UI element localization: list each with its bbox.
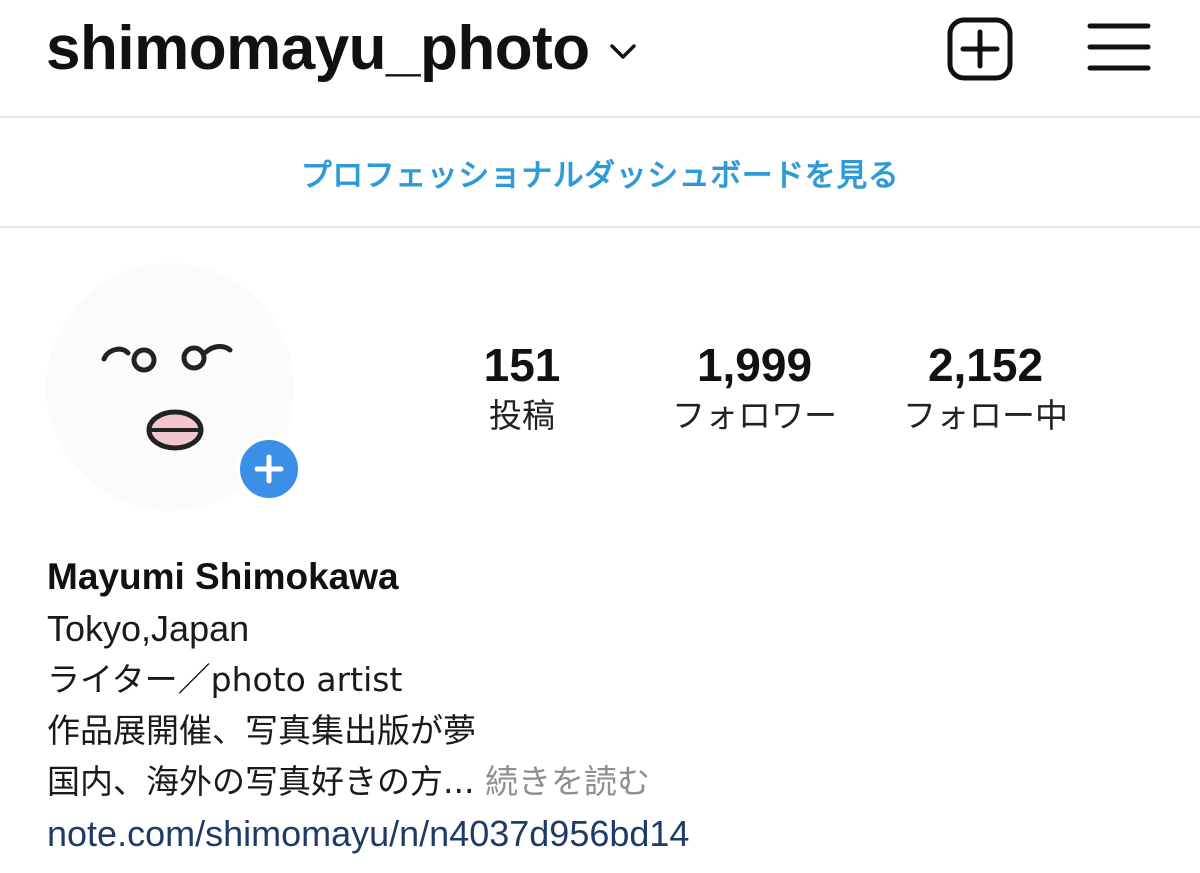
plus-circle-icon — [254, 454, 284, 484]
plus-square-icon — [947, 17, 1013, 81]
following-count: 2,152 — [927, 339, 1044, 391]
hamburger-menu-icon — [1087, 23, 1151, 71]
menu-button[interactable] — [1086, 17, 1152, 81]
stat-posts[interactable]: 151 投稿 — [462, 338, 582, 440]
posts-label: 投稿 — [489, 396, 555, 435]
professional-dashboard-link[interactable]: プロフェッショナルダッシュボードを見る — [301, 150, 900, 195]
username-title: shimomayu_photo — [46, 14, 590, 83]
followers-count: 1,999 — [696, 339, 813, 391]
following-label: フォロー中 — [903, 396, 1068, 435]
read-more-link[interactable]: 続きを読む — [485, 762, 650, 801]
bio-truncated-text: 国内、海外の写真好きの方... — [47, 762, 475, 801]
bio-link[interactable]: note.com/shimomayu/n/n4037d956bd14 — [47, 807, 1167, 861]
display-name: Mayumi Shimokawa — [47, 556, 399, 597]
profile-bio: Mayumi Shimokawa Tokyo,Japan ライター／photo … — [47, 551, 1167, 861]
bio-line-truncated: 国内、海外の写真好きの方... 続きを読む — [47, 756, 1167, 807]
bio-line-occupation: ライター／photo artist — [47, 660, 403, 699]
stat-following[interactable]: 2,152 フォロー中 — [883, 338, 1088, 440]
account-switcher[interactable]: shimomayu_photo — [46, 14, 640, 84]
followers-label: フォロワー — [672, 396, 837, 435]
chevron-down-icon — [609, 44, 636, 59]
posts-count: 151 — [483, 339, 561, 391]
bio-line-location: Tokyo,Japan — [47, 608, 250, 649]
profile-header: shimomayu_photo — [0, 0, 1200, 118]
bio-line-dream: 作品展開催、写真集出版が夢 — [47, 711, 476, 750]
add-story-button[interactable] — [237, 437, 301, 501]
stat-followers[interactable]: 1,999 フォロワー — [652, 338, 857, 440]
professional-dashboard-bar: プロフェッショナルダッシュボードを見る — [0, 118, 1200, 228]
new-post-button[interactable] — [946, 17, 1014, 81]
